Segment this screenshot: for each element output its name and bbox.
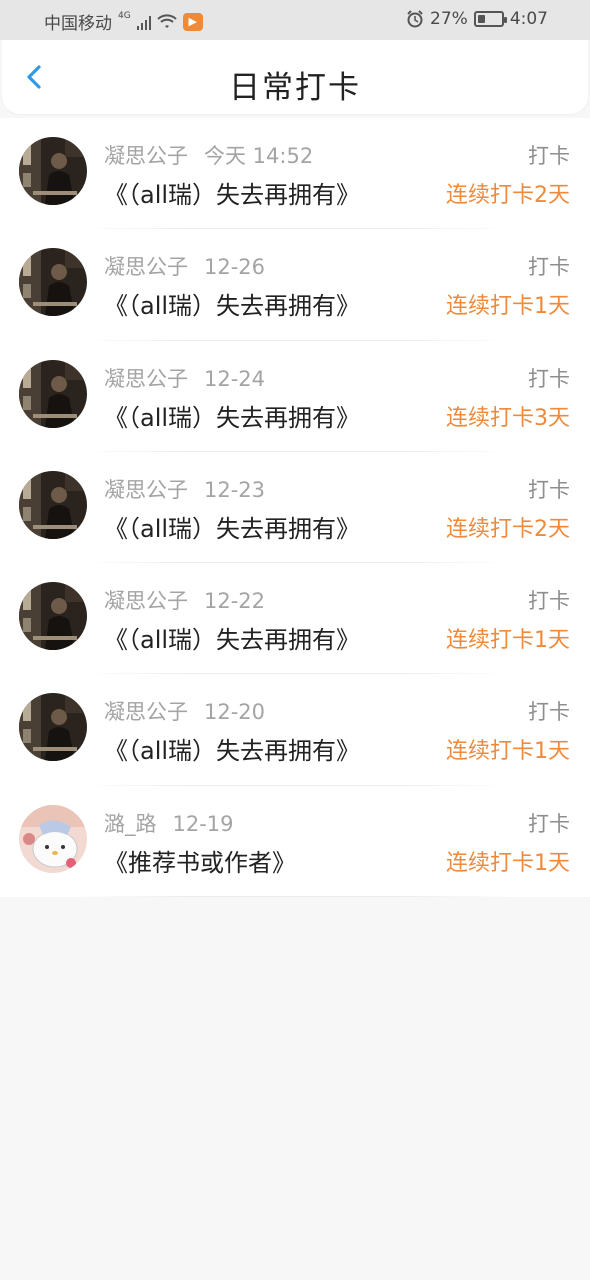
streak-label: 连续打卡1天 — [446, 850, 570, 876]
checkin-tag: 打卡 — [528, 255, 570, 280]
book-title[interactable]: 《推荐书或作者》 — [104, 843, 296, 878]
network-type-label: 4G — [118, 10, 131, 21]
book-title[interactable]: 《（all瑞）失去再拥有》 — [104, 509, 360, 544]
checkin-list: 凝思公子 今天 14:52 《（all瑞）失去再拥有》 打卡 连续打卡2天 凝思公… — [0, 118, 590, 898]
photo-avatar-icon — [19, 137, 87, 205]
post-date: 12-22 — [204, 589, 266, 614]
post-date: 12-20 — [204, 700, 266, 725]
list-item[interactable]: 潞_路 12-19 《推荐书或作者》 打卡 连续打卡1天 — [0, 786, 590, 898]
streak-label: 连续打卡2天 — [446, 516, 570, 542]
nav-bar: 日常打卡 — [2, 40, 588, 114]
user-name[interactable]: 凝思公子 — [104, 589, 188, 613]
alarm-icon — [407, 10, 423, 28]
app-notification-icon: ▶ — [182, 12, 203, 31]
list-item[interactable]: 凝思公子 今天 14:52 《（all瑞）失去再拥有》 打卡 连续打卡2天 — [0, 118, 590, 230]
user-name[interactable]: 潞_路 — [104, 812, 157, 836]
avatar[interactable] — [19, 693, 87, 762]
streak-label: 连续打卡2天 — [446, 183, 570, 208]
post-date: 12-26 — [204, 255, 266, 280]
clock-time: 4:07 — [509, 9, 548, 29]
post-date: 12-19 — [172, 811, 234, 836]
post-date: 12-23 — [204, 477, 266, 502]
battery-percent: 27% — [430, 9, 468, 29]
streak-label: 连续打卡1天 — [446, 739, 570, 765]
checkin-tag: 打卡 — [528, 144, 570, 168]
list-item[interactable]: 凝思公子 12-24 《（all瑞）失去再拥有》 打卡 连续打卡3天 — [0, 341, 590, 452]
list-item[interactable]: 凝思公子 12-23 《（all瑞）失去再拥有》 打卡 连续打卡2天 — [0, 452, 590, 564]
book-title[interactable]: 《（all瑞）失去再拥有》 — [104, 398, 360, 433]
book-title[interactable]: 《（all瑞）失去再拥有》 — [104, 175, 360, 210]
avatar[interactable] — [19, 137, 87, 205]
list-item[interactable]: 凝思公子 12-20 《（all瑞）失去再拥有》 打卡 连续打卡1天 — [0, 674, 590, 786]
photo-avatar-icon — [19, 359, 87, 428]
wifi-icon — [157, 13, 177, 28]
streak-label: 连续打卡1天 — [446, 628, 570, 654]
avatar[interactable] — [19, 248, 87, 317]
page-title: 日常打卡 — [229, 70, 361, 106]
signal-icon — [136, 14, 151, 30]
user-name[interactable]: 凝思公子 — [104, 478, 188, 502]
avatar[interactable] — [19, 359, 87, 428]
list-item[interactable]: 凝思公子 12-22 《（all瑞）失去再拥有》 打卡 连续打卡1天 — [0, 563, 590, 675]
user-name[interactable]: 凝思公子 — [104, 367, 188, 391]
post-date: 12-24 — [204, 366, 266, 391]
list-item[interactable]: 凝思公子 12-26 《（all瑞）失去再拥有》 打卡 连续打卡1天 — [0, 229, 590, 341]
avatar[interactable] — [19, 582, 87, 651]
photo-avatar-icon — [19, 248, 87, 317]
book-title[interactable]: 《（all瑞）失去再拥有》 — [104, 620, 360, 655]
streak-label: 连续打卡1天 — [446, 294, 570, 320]
post-date: 今天 14:52 — [204, 144, 314, 168]
book-title[interactable]: 《（all瑞）失去再拥有》 — [104, 286, 360, 321]
divider — [80, 896, 510, 898]
cartoon-avatar-icon — [19, 804, 87, 873]
photo-avatar-icon — [19, 693, 87, 762]
status-bar: 中国移动 4G ▶ 27% 4:07 — [0, 0, 590, 40]
avatar[interactable] — [19, 470, 87, 539]
photo-avatar-icon — [19, 582, 87, 651]
checkin-tag: 打卡 — [528, 811, 570, 836]
book-title[interactable]: 《（all瑞）失去再拥有》 — [104, 731, 360, 766]
checkin-tag: 打卡 — [528, 589, 570, 614]
carrier-label: 中国移动 — [44, 14, 112, 34]
user-name[interactable]: 凝思公子 — [104, 144, 188, 168]
avatar[interactable] — [19, 804, 87, 873]
checkin-tag: 打卡 — [528, 700, 570, 725]
battery-icon — [473, 11, 507, 27]
user-name[interactable]: 凝思公子 — [104, 700, 188, 724]
checkin-tag: 打卡 — [528, 477, 570, 502]
checkin-tag: 打卡 — [528, 366, 570, 391]
photo-avatar-icon — [19, 470, 87, 539]
user-name[interactable]: 凝思公子 — [104, 255, 188, 279]
streak-label: 连续打卡3天 — [446, 405, 570, 431]
